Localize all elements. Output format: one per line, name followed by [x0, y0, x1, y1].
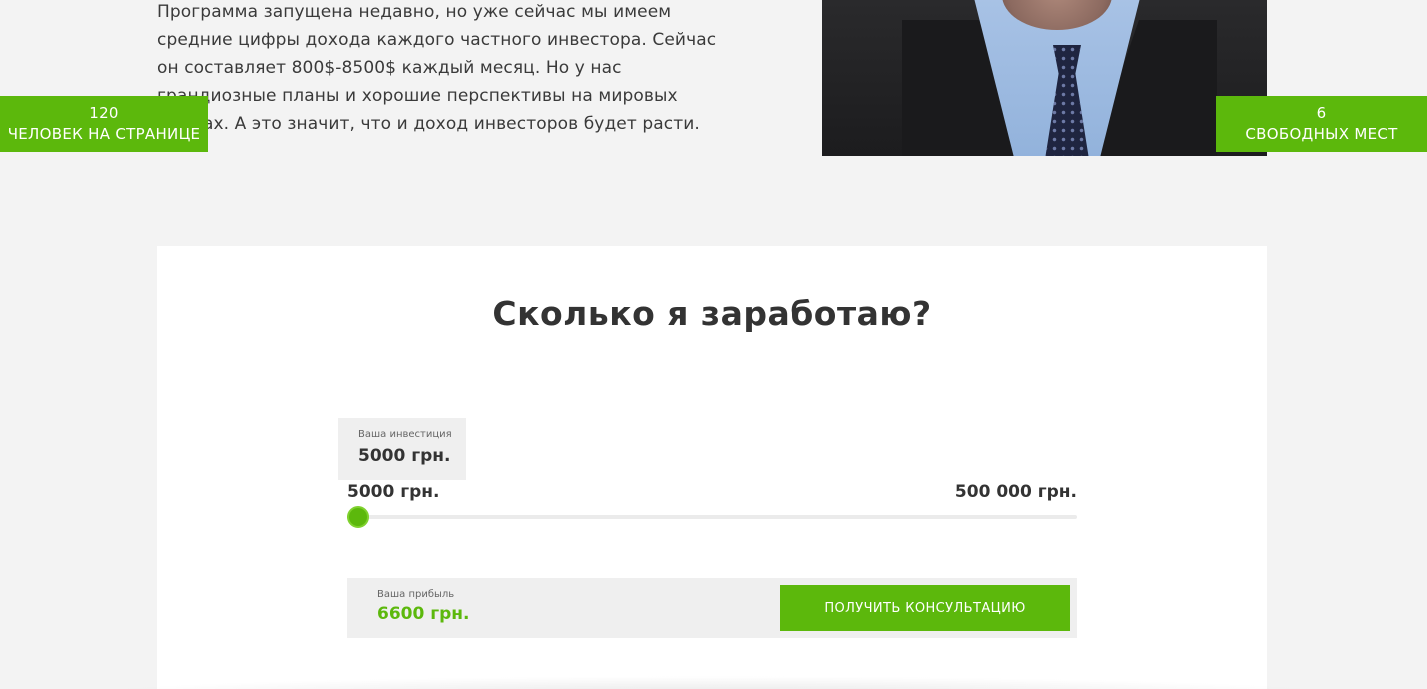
visitors-counter-badge: 120 ЧЕЛОВЕК НА СТРАНИЦЕ	[0, 96, 208, 152]
person-photo	[822, 0, 1267, 156]
intro-paragraph: Программа запущена недавно, но уже сейча…	[157, 2, 717, 134]
slider-thumb[interactable]	[347, 506, 369, 528]
visitors-count: 120	[89, 104, 119, 122]
investment-label: Ваша инвестиция	[358, 429, 452, 440]
visitors-label: ЧЕЛОВЕК НА СТРАНИЦЕ	[7, 125, 201, 143]
investment-tooltip: Ваша инвестиция 5000 грн.	[338, 418, 466, 480]
profit-label: Ваша прибыль	[377, 589, 455, 600]
calculator-title: Сколько я заработаю?	[492, 294, 932, 333]
free-seats-label: СВОБОДНЫХ МЕСТ	[1245, 125, 1398, 143]
profit-panel: Ваша прибыль 6600 грн. ПОЛУЧИТЬ КОНСУЛЬТ…	[347, 578, 1077, 638]
profit-value: 6600 грн.	[377, 604, 470, 624]
earnings-calculator: Сколько я заработаю? Ваша инвестиция 500…	[157, 246, 1267, 689]
range-max-label: 500 000 грн.	[954, 482, 1077, 502]
card-shadow	[60, 676, 1370, 689]
free-seats-count: 6	[1316, 104, 1327, 122]
investment-slider[interactable]	[347, 506, 1077, 528]
investment-value: 5000 грн.	[358, 446, 451, 466]
free-seats-badge: 6 СВОБОДНЫХ МЕСТ	[1216, 96, 1427, 152]
get-consultation-button[interactable]: ПОЛУЧИТЬ КОНСУЛЬТАЦИЮ	[780, 585, 1070, 631]
range-min-label: 5000 грн.	[347, 482, 440, 502]
